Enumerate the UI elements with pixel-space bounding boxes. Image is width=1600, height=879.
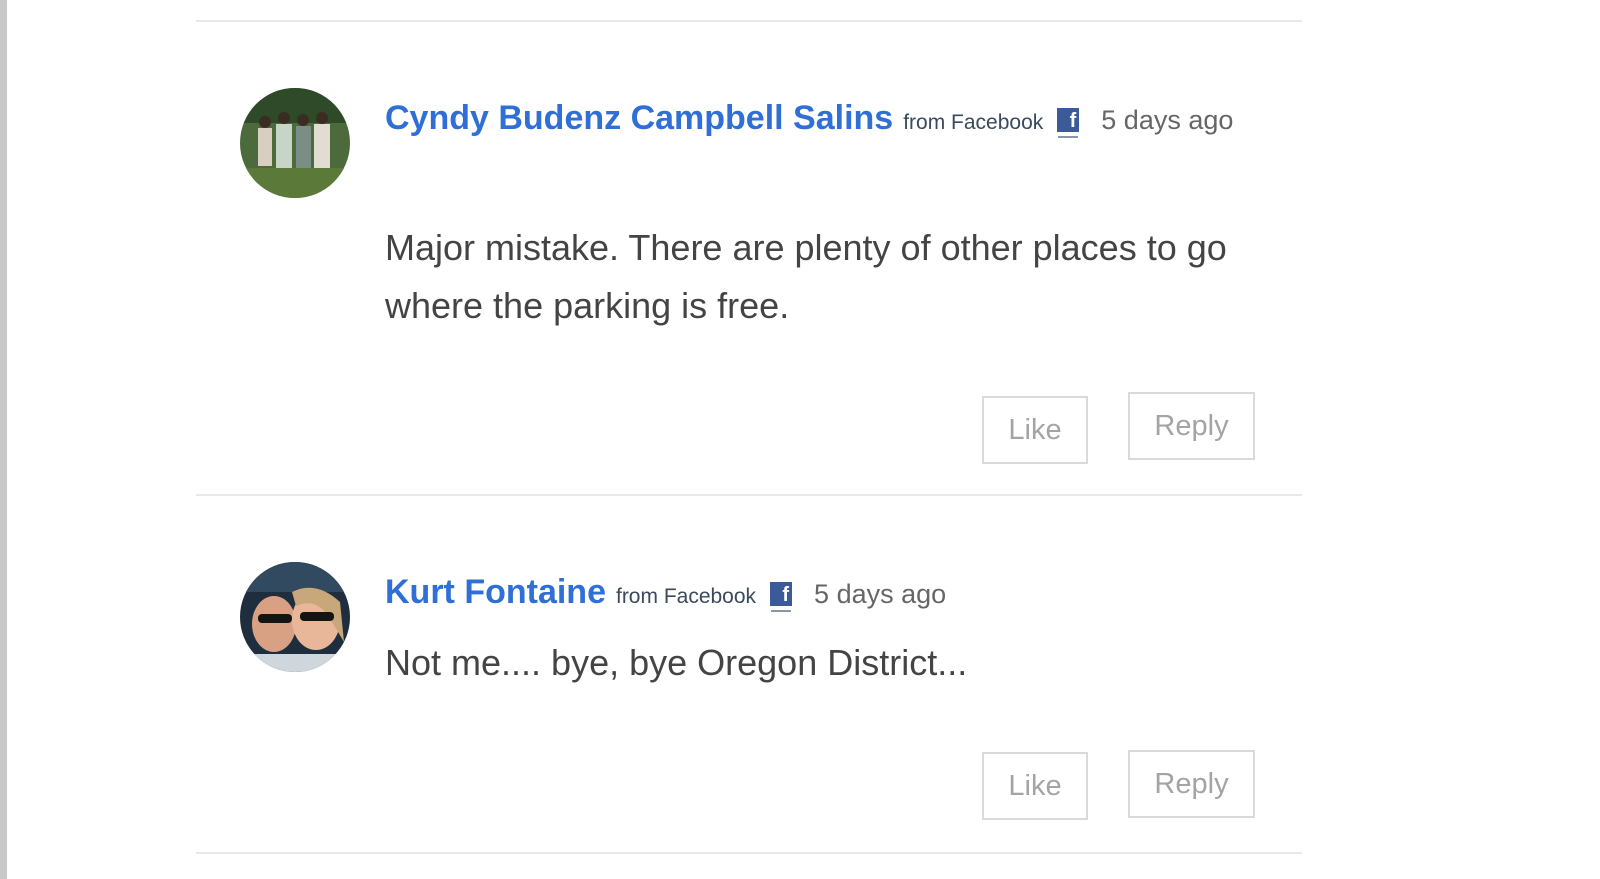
comment-header: Cyndy Budenz Campbell Salins from Faceboo…	[385, 87, 1265, 156]
avatar[interactable]	[240, 88, 350, 198]
comment-header: Kurt Fontaine from Facebook f 5 days ago	[385, 561, 1265, 630]
like-button[interactable]: Like	[982, 752, 1088, 820]
comment-source: from Facebook	[615, 585, 757, 608]
comment-source: from Facebook	[903, 111, 1044, 134]
facebook-icon: f	[1057, 108, 1080, 138]
avatar-photo-group	[240, 88, 350, 198]
reply-button[interactable]: Reply	[1128, 392, 1255, 460]
comment-timestamp: 5 days ago	[814, 579, 947, 609]
comment-text: Major mistake. There are plenty of other…	[385, 227, 1227, 326]
like-button[interactable]: Like	[982, 396, 1088, 464]
reply-button[interactable]: Reply	[1128, 750, 1255, 818]
author-link[interactable]: Kurt Fontaine	[385, 573, 606, 611]
comment-divider	[196, 494, 1302, 496]
facebook-icon: f	[770, 582, 793, 612]
comment-timestamp: 5 days ago	[1101, 105, 1234, 135]
comment-divider	[196, 852, 1302, 854]
left-page-edge	[0, 0, 7, 879]
comment-divider	[196, 20, 1302, 22]
avatar[interactable]	[240, 562, 350, 672]
avatar-photo-couple	[240, 562, 350, 672]
author-link[interactable]: Cyndy Budenz Campbell Salins	[385, 99, 893, 137]
comment-text: Not me.... bye, bye Oregon District...	[385, 642, 968, 683]
